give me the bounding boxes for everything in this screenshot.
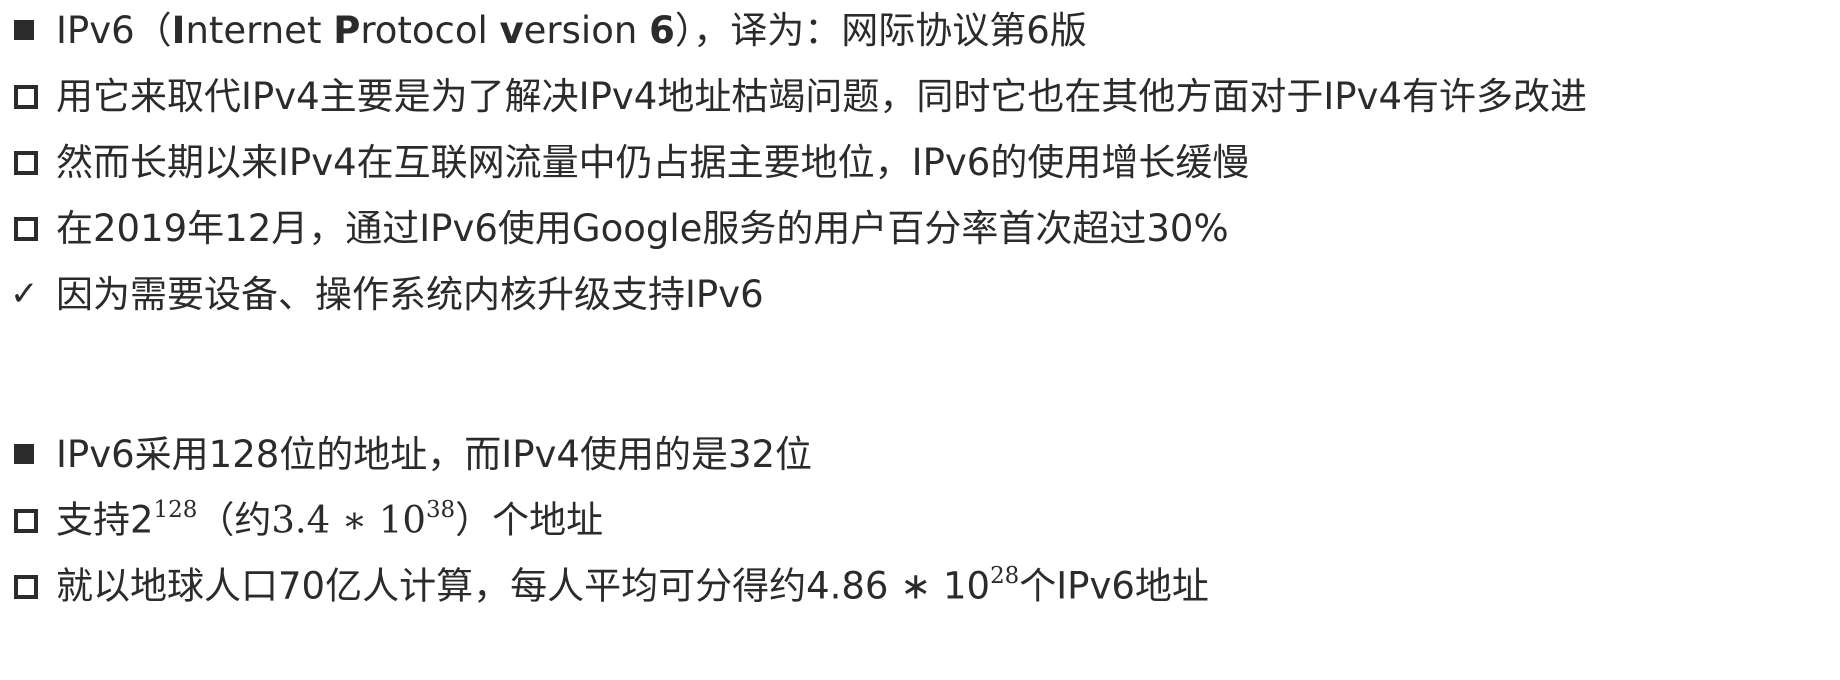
list-item: 就以地球人口70亿人计算，每人平均可分得约4.86 ∗ 1028个IPv6地址 (10, 558, 1209, 614)
heading-text: IPv6采用128位的地址，而IPv4使用的是32位 (56, 432, 813, 476)
heading-text: IPv6（Internet Protocol version 6），译为：网际协… (56, 8, 1087, 52)
checkmark-icon: ✓ (10, 274, 39, 314)
square-bullet-icon (10, 10, 50, 50)
hollow-square-bullet-icon (10, 76, 50, 116)
list-item-text: 用它来取代IPv4主要是为了解决IPv4地址枯竭问题，同时它也在其他方面对于IP… (56, 74, 1587, 118)
exponent: 128 (153, 497, 198, 524)
hollow-square-bullet-icon (10, 566, 50, 606)
square-bullet-icon (10, 434, 50, 474)
check-item: ✓ 因为需要设备、操作系统内核升级支持IPv6 (10, 266, 764, 322)
list-item-text: 支持2128（约3.4 ∗ 1038）个地址 (56, 497, 604, 542)
hollow-square-bullet-icon (10, 208, 50, 248)
list-item-text: 然而长期以来IPv4在互联网流量中仍占据主要地位，IPv6的使用增长缓慢 (56, 140, 1250, 184)
heading-ipv6-definition: IPv6（Internet Protocol version 6），译为：网际协… (10, 2, 1087, 58)
hollow-square-bullet-icon (10, 142, 50, 182)
list-item-text: 在2019年12月，通过IPv6使用Google服务的用户百分率首次超过30% (56, 206, 1229, 250)
list-item-text: 就以地球人口70亿人计算，每人平均可分得约4.86 ∗ 1028个IPv6地址 (56, 563, 1209, 608)
hollow-square-bullet-icon (10, 500, 50, 540)
list-item: 在2019年12月，通过IPv6使用Google服务的用户百分率首次超过30% (10, 200, 1229, 256)
exponent: 38 (425, 497, 456, 524)
check-item-text: 因为需要设备、操作系统内核升级支持IPv6 (56, 272, 764, 316)
list-item: 支持2128（约3.4 ∗ 1038）个地址 (10, 492, 603, 548)
slide: IPv6（Internet Protocol version 6），译为：网际协… (10, 0, 1830, 680)
list-item: 然而长期以来IPv4在互联网流量中仍占据主要地位，IPv6的使用增长缓慢 (10, 134, 1249, 190)
heading-ipv6-address-length: IPv6采用128位的地址，而IPv4使用的是32位 (10, 426, 812, 482)
list-item: 用它来取代IPv4主要是为了解决IPv4地址枯竭问题，同时它也在其他方面对于IP… (10, 68, 1587, 124)
exponent: 28 (990, 563, 1020, 590)
